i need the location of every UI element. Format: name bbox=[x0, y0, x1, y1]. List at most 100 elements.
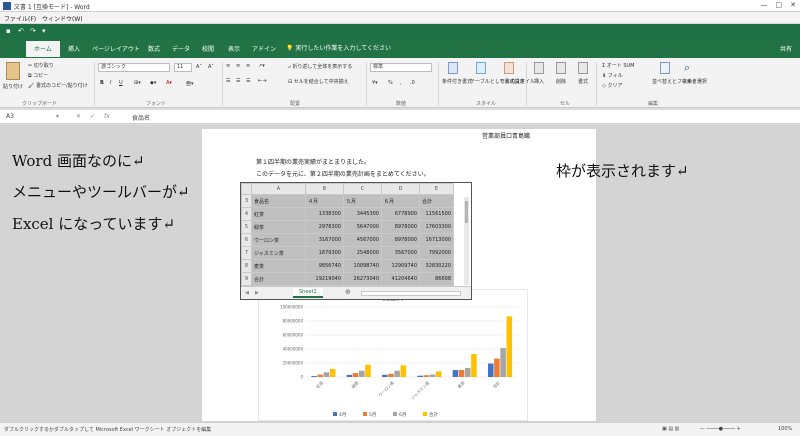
name-box[interactable]: A3 bbox=[6, 113, 14, 120]
sheet-tab[interactable]: Sheet1 bbox=[293, 288, 323, 298]
cell[interactable]: 合計 bbox=[419, 194, 454, 208]
cell[interactable]: 12909740 bbox=[381, 259, 420, 273]
borders-icon[interactable]: ⊞▾ bbox=[134, 80, 141, 86]
row-header[interactable]: 5 bbox=[241, 220, 252, 234]
fill-button[interactable]: ⬇ フィル bbox=[602, 72, 623, 79]
cancel-entry-icon[interactable]: ✕ bbox=[76, 113, 81, 120]
cell[interactable]: 32830220 bbox=[419, 259, 454, 273]
tab-page-layout[interactable]: ページレイアウト bbox=[92, 44, 140, 53]
align-center-icon[interactable]: ☰ bbox=[236, 78, 240, 84]
cell[interactable]: 6778900 bbox=[381, 207, 420, 221]
autosum-button[interactable]: Σ オート SUM bbox=[602, 62, 635, 69]
tab-review[interactable]: 校閲 bbox=[202, 44, 214, 53]
select-all-corner[interactable] bbox=[241, 183, 252, 195]
formula-input[interactable]: 食品名 bbox=[132, 113, 150, 122]
tab-data[interactable]: データ bbox=[172, 44, 190, 53]
cell[interactable]: 3167000 bbox=[305, 233, 344, 247]
tab-addins[interactable]: アドイン bbox=[252, 44, 276, 53]
cell[interactable]: 1879300 bbox=[305, 246, 344, 260]
cell[interactable]: ５月 bbox=[343, 194, 382, 208]
align-middle-icon[interactable]: ≡ bbox=[236, 63, 240, 69]
minimize-button[interactable]: — bbox=[761, 1, 768, 9]
undo-icon[interactable]: ↶ bbox=[18, 27, 24, 35]
sort-filter-icon[interactable] bbox=[660, 62, 670, 74]
merge-center-button[interactable]: ⊟ セルを結合して中央揃え bbox=[288, 78, 349, 85]
cell[interactable]: ウーロン茶 bbox=[251, 233, 306, 247]
cell[interactable]: 合計 bbox=[251, 272, 306, 286]
paste-icon[interactable] bbox=[6, 62, 20, 80]
column-header[interactable]: A bbox=[251, 183, 306, 195]
cell[interactable]: 5647000 bbox=[343, 220, 382, 234]
sales-chart[interactable]: 売上高1000000008000000060000000400000002000… bbox=[258, 289, 528, 421]
add-sheet-icon[interactable]: ⊕ bbox=[345, 288, 351, 296]
share-button[interactable]: 共有 bbox=[780, 44, 792, 53]
row-header[interactable]: 8 bbox=[241, 259, 252, 273]
align-right-icon[interactable]: ☰ bbox=[246, 78, 250, 84]
close-button[interactable]: ✕ bbox=[790, 1, 796, 9]
insert-cells-icon[interactable] bbox=[534, 62, 544, 74]
redo-icon[interactable]: ↷ bbox=[30, 27, 36, 35]
cell[interactable]: 16713000 bbox=[419, 233, 454, 247]
row-header[interactable]: 6 bbox=[241, 233, 252, 247]
comma-icon[interactable]: , bbox=[400, 80, 402, 86]
number-format-select[interactable]: 標準 bbox=[370, 63, 432, 72]
format-cells-icon[interactable] bbox=[578, 62, 588, 74]
underline-icon[interactable]: U bbox=[119, 80, 123, 86]
row-header[interactable]: 3 bbox=[241, 194, 252, 208]
tab-view[interactable]: 表示 bbox=[228, 44, 240, 53]
wrap-text-button[interactable]: ⤶ 折り返して全体を表示する bbox=[288, 63, 352, 70]
cell[interactable]: 2978300 bbox=[305, 220, 344, 234]
prev-sheet-icon[interactable]: ◀ bbox=[245, 290, 249, 296]
percent-icon[interactable]: % bbox=[388, 80, 393, 86]
delete-cells-label[interactable]: 削除 bbox=[556, 78, 566, 85]
menu-window[interactable]: ウィンドウ(W) bbox=[42, 14, 83, 23]
column-header[interactable]: C bbox=[343, 183, 382, 195]
cell[interactable]: 41204640 bbox=[381, 272, 420, 286]
column-header[interactable]: D bbox=[381, 183, 420, 195]
cell[interactable]: ６月 bbox=[381, 194, 420, 208]
cell[interactable]: 7992000 bbox=[419, 246, 454, 260]
bold-icon[interactable]: B bbox=[100, 80, 104, 86]
cell[interactable]: 8978000 bbox=[381, 233, 420, 247]
phonetic-icon[interactable]: 亜▾ bbox=[186, 80, 194, 87]
column-header[interactable]: B bbox=[305, 183, 344, 195]
cell[interactable]: 10098740 bbox=[343, 259, 382, 273]
embedded-worksheet[interactable]: A B C D E 3 食品名 ４月 ５月 ６月 合計 4 紅茶 1338300… bbox=[240, 182, 472, 300]
format-as-table-icon[interactable] bbox=[476, 62, 486, 74]
save-icon[interactable]: ▪ bbox=[6, 27, 11, 35]
cell-styles-label[interactable]: セルのスタイル bbox=[500, 78, 535, 85]
cell[interactable]: 9856740 bbox=[305, 259, 344, 273]
decimal-icon[interactable]: .0 bbox=[410, 80, 415, 86]
cell[interactable]: 紅茶 bbox=[251, 207, 306, 221]
cell[interactable]: 17603300 bbox=[419, 220, 454, 234]
tab-insert[interactable]: 挿入 bbox=[68, 44, 80, 53]
cell[interactable]: 86698 bbox=[419, 272, 454, 286]
tell-me-box[interactable]: 💡 実行したい作業を入力してください bbox=[286, 43, 391, 52]
next-sheet-icon[interactable]: ▶ bbox=[255, 290, 259, 296]
menu-file[interactable]: ファイル(F) bbox=[4, 14, 36, 23]
insert-function-icon[interactable]: fx bbox=[104, 113, 110, 120]
cell[interactable]: 11561500 bbox=[419, 207, 454, 221]
column-header[interactable]: E bbox=[419, 183, 454, 195]
tab-home[interactable]: ホーム bbox=[26, 41, 60, 57]
orientation-icon[interactable]: ↗▾ bbox=[258, 63, 265, 69]
cell[interactable]: 1338300 bbox=[305, 207, 344, 221]
cell[interactable]: 8978000 bbox=[381, 220, 420, 234]
tab-formulas[interactable]: 数式 bbox=[148, 44, 160, 53]
font-size-select[interactable]: 11 bbox=[174, 63, 192, 72]
confirm-entry-icon[interactable]: ✓ bbox=[90, 113, 95, 120]
cell[interactable]: ジャスミン茶 bbox=[251, 246, 306, 260]
cell[interactable]: 麦茶 bbox=[251, 259, 306, 273]
format-cells-label[interactable]: 書式 bbox=[578, 78, 588, 85]
cell[interactable]: 26273040 bbox=[343, 272, 382, 286]
maximize-button[interactable]: □ bbox=[776, 1, 783, 9]
cell[interactable]: 3567000 bbox=[381, 246, 420, 260]
font-color-icon[interactable]: A▾ bbox=[166, 80, 172, 86]
align-top-icon[interactable]: ≡ bbox=[226, 63, 230, 69]
grow-font-icon[interactable]: A˄ bbox=[196, 64, 202, 70]
vertical-scrollbar[interactable] bbox=[464, 197, 469, 285]
conditional-formatting-icon[interactable] bbox=[448, 62, 458, 74]
insert-cells-label[interactable]: 挿入 bbox=[534, 78, 544, 85]
cut-button[interactable]: ✂ 切り取り bbox=[28, 62, 54, 69]
cell[interactable]: ４月 bbox=[305, 194, 344, 208]
